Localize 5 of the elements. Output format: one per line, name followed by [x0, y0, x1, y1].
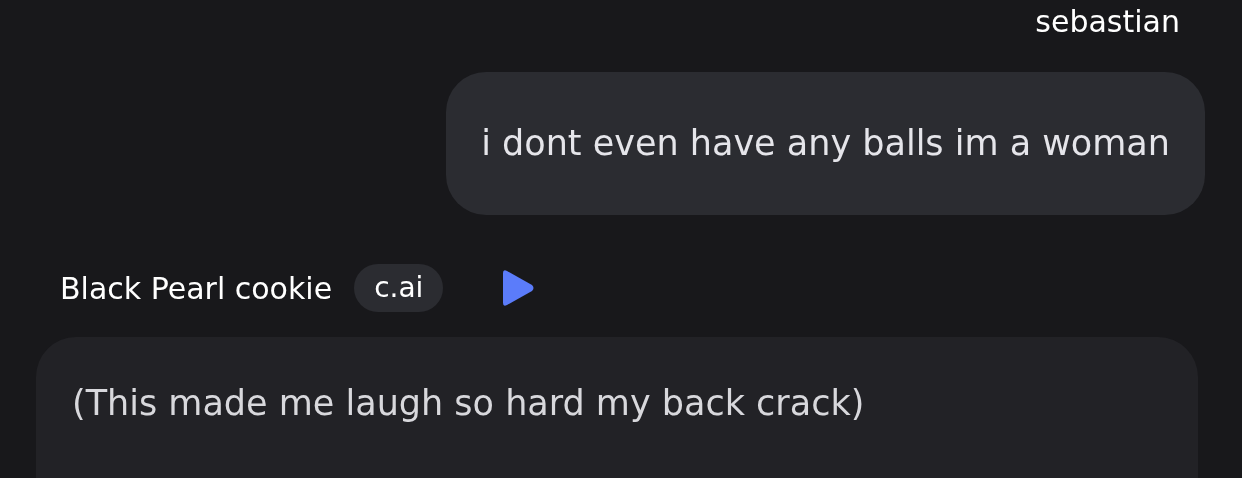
message-bubble: i dont even have any balls im a woman [446, 72, 1205, 215]
author-name: Black Pearl cookie [60, 269, 333, 308]
author-name: sebastian [1035, 3, 1180, 41]
message-text: (This made me laugh so hard my back crack) [72, 383, 865, 423]
bot-badge: c.ai [354, 264, 444, 312]
